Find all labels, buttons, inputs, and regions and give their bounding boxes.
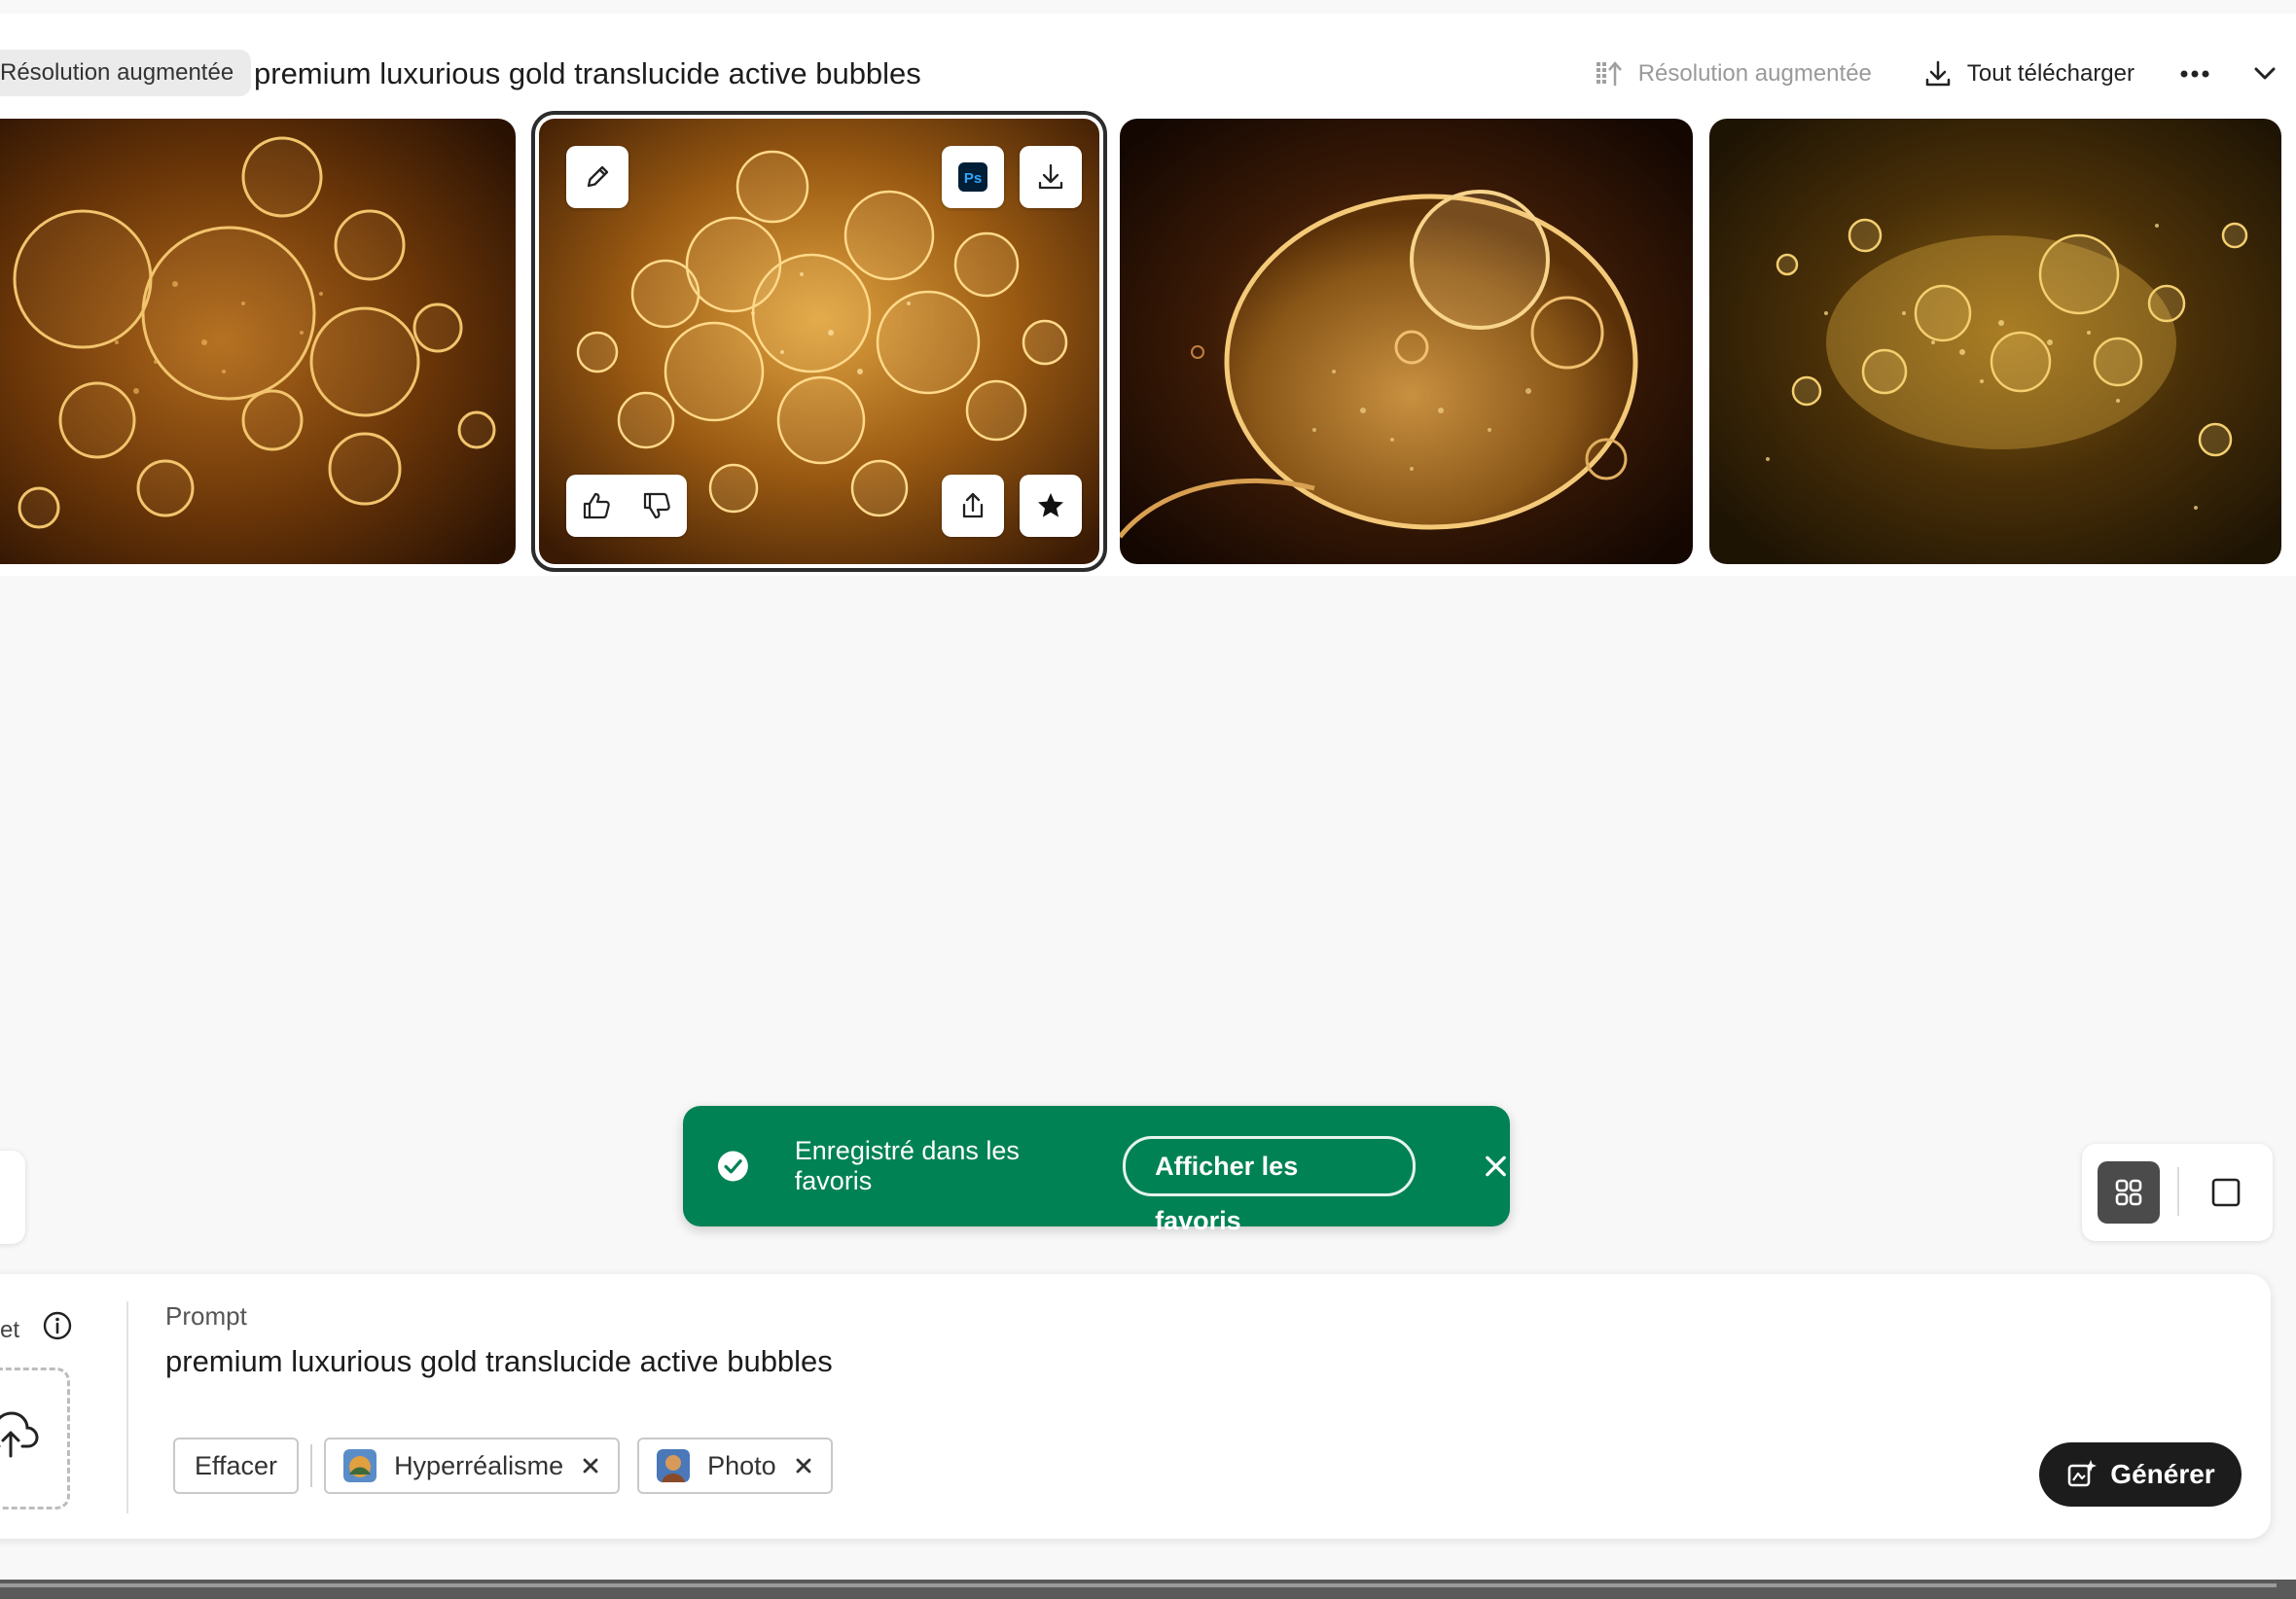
svg-text:Ps: Ps bbox=[964, 170, 982, 187]
style-thumbnail bbox=[343, 1449, 377, 1482]
prompt-label: Prompt bbox=[165, 1301, 247, 1331]
chip-divider bbox=[310, 1444, 313, 1487]
edit-button[interactable] bbox=[566, 146, 628, 208]
pencil-icon bbox=[587, 165, 609, 188]
generated-image-1[interactable] bbox=[0, 119, 516, 564]
remove-chip-icon[interactable] bbox=[794, 1456, 813, 1475]
generation-header-panel: Résolution augmentée premium luxurious g… bbox=[0, 14, 2296, 576]
style-chips: Effacer Hyperréalisme Photo bbox=[173, 1438, 850, 1494]
single-view-button[interactable] bbox=[2195, 1161, 2257, 1224]
upscale-badge[interactable]: Résolution augmentée bbox=[0, 50, 252, 96]
grid-icon bbox=[2115, 1179, 2142, 1206]
prompt-input[interactable]: premium luxurious gold translucide activ… bbox=[165, 1344, 833, 1379]
checkmark-circle-icon bbox=[717, 1151, 748, 1182]
chip-label: Hyperréalisme bbox=[394, 1450, 564, 1480]
chevron-down-icon[interactable] bbox=[2245, 54, 2284, 93]
style-thumbnail bbox=[657, 1449, 691, 1482]
header-actions: Résolution augmentée Tout télécharger bbox=[1594, 51, 2296, 97]
share-icon bbox=[962, 492, 984, 518]
image-gallery: Ps bbox=[0, 111, 2296, 572]
reference-label: et bbox=[0, 1317, 20, 1343]
view-favorites-button[interactable]: Afficher les favoris bbox=[1123, 1136, 1417, 1235]
thumbs-down-icon[interactable] bbox=[639, 488, 674, 523]
star-filled-icon bbox=[1038, 493, 1063, 517]
open-in-photoshop-button[interactable]: Ps bbox=[942, 146, 1004, 208]
side-panel-stub[interactable] bbox=[0, 1151, 25, 1244]
grid-view-button[interactable] bbox=[2098, 1161, 2160, 1224]
generation-title: premium luxurious gold translucide activ… bbox=[254, 56, 921, 90]
favorites-toast: Enregistré dans les favoris Afficher les… bbox=[683, 1106, 1510, 1235]
info-icon[interactable] bbox=[41, 1309, 74, 1342]
upscale-icon bbox=[1596, 61, 1622, 86]
clear-button[interactable]: Effacer bbox=[173, 1438, 300, 1494]
toast-message: Enregistré dans les favoris bbox=[794, 1136, 1020, 1195]
panel-divider bbox=[126, 1301, 128, 1513]
bubbles-image bbox=[0, 119, 516, 564]
bubbles-image bbox=[1120, 119, 1693, 564]
view-toggle-divider bbox=[2177, 1167, 2179, 1216]
download-all-label: Tout télécharger bbox=[1966, 60, 2135, 87]
generate-label: Générer bbox=[2110, 1459, 2215, 1489]
square-icon bbox=[2211, 1178, 2241, 1207]
favorite-button[interactable] bbox=[1020, 475, 1082, 537]
cloud-upload-icon bbox=[0, 1411, 39, 1458]
view-toggle bbox=[2082, 1144, 2273, 1241]
reference-upload-dropzone[interactable] bbox=[0, 1368, 70, 1510]
remove-chip-icon[interactable] bbox=[581, 1456, 600, 1475]
generate-sparkle-icon bbox=[2067, 1460, 2098, 1487]
bottom-scroll-strip bbox=[0, 1580, 2296, 1599]
upscale-label: Résolution augmentée bbox=[1637, 60, 1872, 87]
style-chip-photo[interactable]: Photo bbox=[637, 1438, 833, 1494]
share-button[interactable] bbox=[942, 475, 1004, 537]
download-icon bbox=[1925, 60, 1951, 87]
download-icon bbox=[1038, 163, 1063, 190]
feedback-group bbox=[566, 475, 687, 537]
download-image-button[interactable] bbox=[1020, 146, 1082, 208]
generate-button[interactable]: Générer bbox=[2039, 1442, 2242, 1507]
horizontal-scrollbar[interactable] bbox=[0, 1583, 2277, 1587]
download-all-button[interactable]: Tout télécharger bbox=[1922, 51, 2135, 97]
generated-image-3[interactable] bbox=[1120, 119, 1693, 564]
style-chip-hyperrealism[interactable]: Hyperréalisme bbox=[324, 1438, 621, 1494]
upscale-button[interactable]: Résolution augmentée bbox=[1594, 51, 1872, 97]
bubbles-image bbox=[1709, 119, 2281, 564]
thumbs-up-icon[interactable] bbox=[579, 488, 614, 523]
generated-image-4[interactable] bbox=[1709, 119, 2281, 564]
prompt-panel: et Prompt premium luxurious gold translu… bbox=[0, 1274, 2271, 1539]
close-icon[interactable] bbox=[1482, 1152, 1510, 1181]
photoshop-icon: Ps bbox=[958, 162, 987, 192]
more-options-icon[interactable] bbox=[2173, 53, 2216, 95]
chip-label: Photo bbox=[707, 1450, 776, 1480]
generated-image-2[interactable]: Ps bbox=[531, 111, 1107, 572]
